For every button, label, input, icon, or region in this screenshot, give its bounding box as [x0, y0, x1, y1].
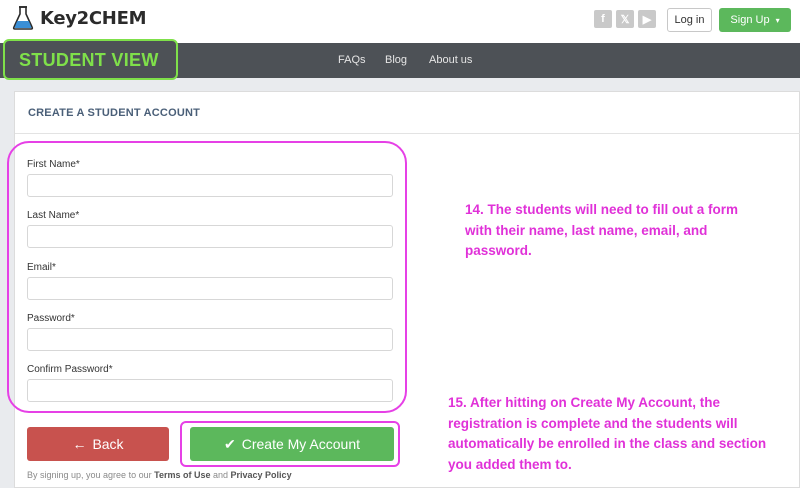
x-icon[interactable]: 𝕏 [616, 10, 634, 28]
nav-blog[interactable]: Blog [385, 54, 407, 66]
signup-button[interactable]: Sign Up ▾ [719, 8, 791, 32]
youtube-icon[interactable]: ▶ [638, 10, 656, 28]
terms-and: and [212, 470, 229, 480]
annotation-step-14: 14. The students will need to fill out a… [465, 202, 739, 258]
flask-icon [12, 6, 34, 30]
nav-about-us[interactable]: About us [429, 54, 472, 66]
annotation-step-15: 15. After hitting on Create My Account, … [448, 395, 767, 472]
brand-logo[interactable]: Key2CHEM [12, 6, 146, 30]
back-button[interactable]: ← Back [27, 427, 169, 461]
nav-faqs[interactable]: FAQs [338, 54, 366, 66]
brand-name: Key2CHEM [40, 7, 147, 29]
chevron-down-icon: ▾ [775, 15, 780, 25]
form-title: CREATE A STUDENT ACCOUNT [28, 107, 201, 119]
checkmark-icon: ✔ [223, 435, 236, 452]
top-header: Key2CHEM f 𝕏 ▶ Log in Sign Up ▾ [0, 0, 800, 43]
login-button[interactable]: Log in [667, 8, 712, 32]
arrow-left-icon: ← [72, 436, 87, 452]
divider [15, 133, 800, 134]
privacy-policy-link[interactable]: Privacy Policy [231, 470, 292, 480]
signup-label: Sign Up [730, 14, 770, 26]
form-fields-highlight [7, 141, 407, 413]
social-links: f 𝕏 ▶ [594, 10, 656, 28]
back-label: Back [92, 436, 124, 452]
terms-prefix: By signing up, you agree to our [27, 470, 152, 480]
student-view-label: STUDENT VIEW [19, 50, 159, 70]
create-account-button[interactable]: ✔ Create My Account [190, 427, 394, 461]
student-view-annotation: STUDENT VIEW [3, 39, 178, 80]
terms-of-use-link[interactable]: Terms of Use [154, 470, 210, 480]
terms-notice: By signing up, you agree to our Terms of… [27, 470, 292, 480]
facebook-icon[interactable]: f [594, 10, 612, 28]
create-account-label: Create My Account [241, 436, 360, 452]
